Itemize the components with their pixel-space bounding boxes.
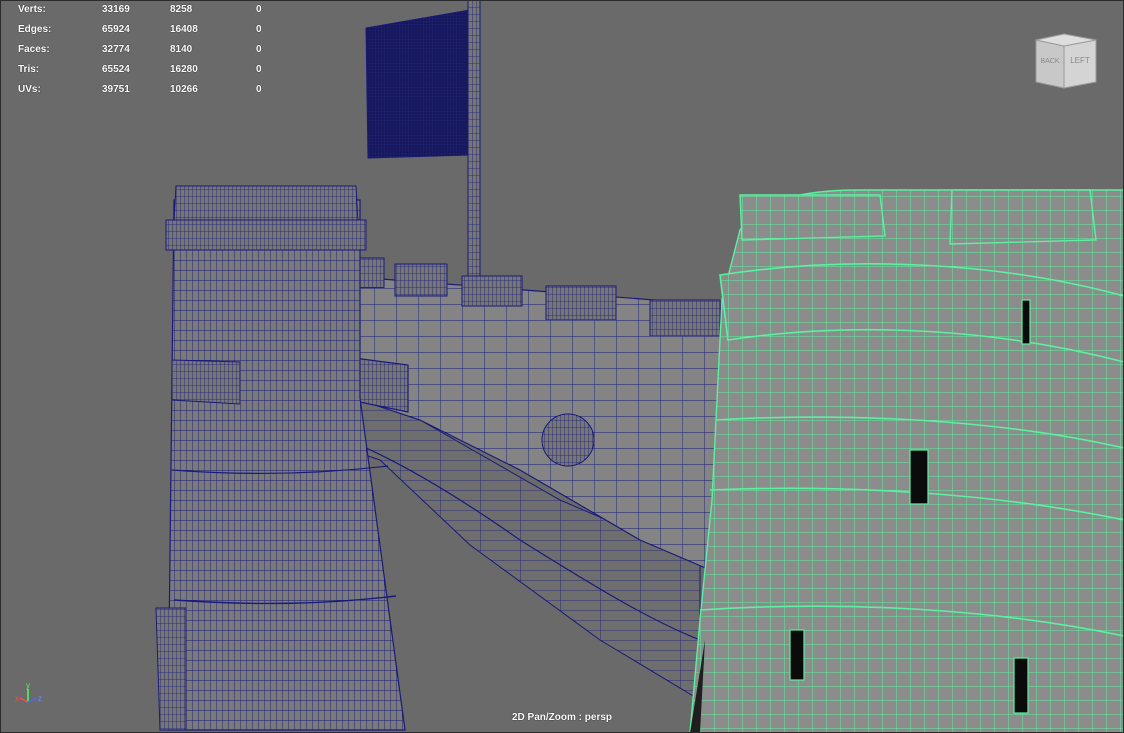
maya-persp-viewport[interactable]: Verts: 33169 8258 0 Edges: 65924 16408 0…: [0, 0, 1124, 733]
hud-row-faces: Faces: 32774 8140 0: [18, 40, 278, 60]
viewcube-back-label: BACK: [1040, 58, 1059, 65]
camera-label: 2D Pan/Zoom : persp: [511, 712, 612, 723]
hud-value-scene: 65924: [102, 24, 130, 35]
flag-mesh[interactable]: [365, 0, 481, 291]
axis-x-label: x: [15, 694, 19, 703]
hud-value-object: 16280: [170, 64, 198, 75]
axis-z-line: [27, 697, 37, 703]
hud-value-object: 8140: [170, 44, 193, 55]
axis-gizmo: y x z: [15, 681, 42, 703]
hud-value-selection: 0: [256, 64, 262, 75]
hud-value-selection: 0: [256, 4, 262, 15]
hud-value-selection: 0: [256, 24, 262, 35]
hud-value-scene: 39751: [102, 84, 130, 95]
hud-label: UVs:: [18, 84, 41, 95]
hud-value-scene: 32774: [102, 44, 130, 55]
hud-value-selection: 0: [256, 84, 262, 95]
hud-row-uvs: UVs: 39751 10266 0: [18, 80, 278, 100]
hud-label: Tris:: [18, 64, 40, 75]
axis-x-line: [19, 697, 29, 703]
hud-value-selection: 0: [256, 44, 262, 55]
hud-value-scene: 65524: [102, 64, 130, 75]
hud-value-object: 10266: [170, 84, 198, 95]
scene-3d-wireframe[interactable]: [0, 0, 1124, 733]
hud-value-object: 16408: [170, 24, 198, 35]
hud-row-verts: Verts: 33169 8258 0: [18, 0, 278, 20]
hud-row-tris: Tris: 65524 16280 0: [18, 60, 278, 80]
hud-value-scene: 33169: [102, 4, 130, 15]
hud-label: Edges:: [18, 24, 52, 35]
right-tower-mesh-selected[interactable]: [689, 189, 1124, 733]
axis-y-label: y: [26, 681, 30, 690]
hud-value-object: 8258: [170, 4, 193, 15]
hud-label: Verts:: [18, 4, 46, 15]
axis-z-label: z: [38, 694, 42, 703]
poly-count-hud: Verts: 33169 8258 0 Edges: 65924 16408 0…: [18, 0, 278, 100]
viewcube[interactable]: BACK LEFT: [1034, 32, 1098, 90]
hud-label: Faces:: [18, 44, 50, 55]
viewcube-left-label: LEFT: [1070, 56, 1090, 65]
hud-row-edges: Edges: 65924 16408 0: [18, 20, 278, 40]
